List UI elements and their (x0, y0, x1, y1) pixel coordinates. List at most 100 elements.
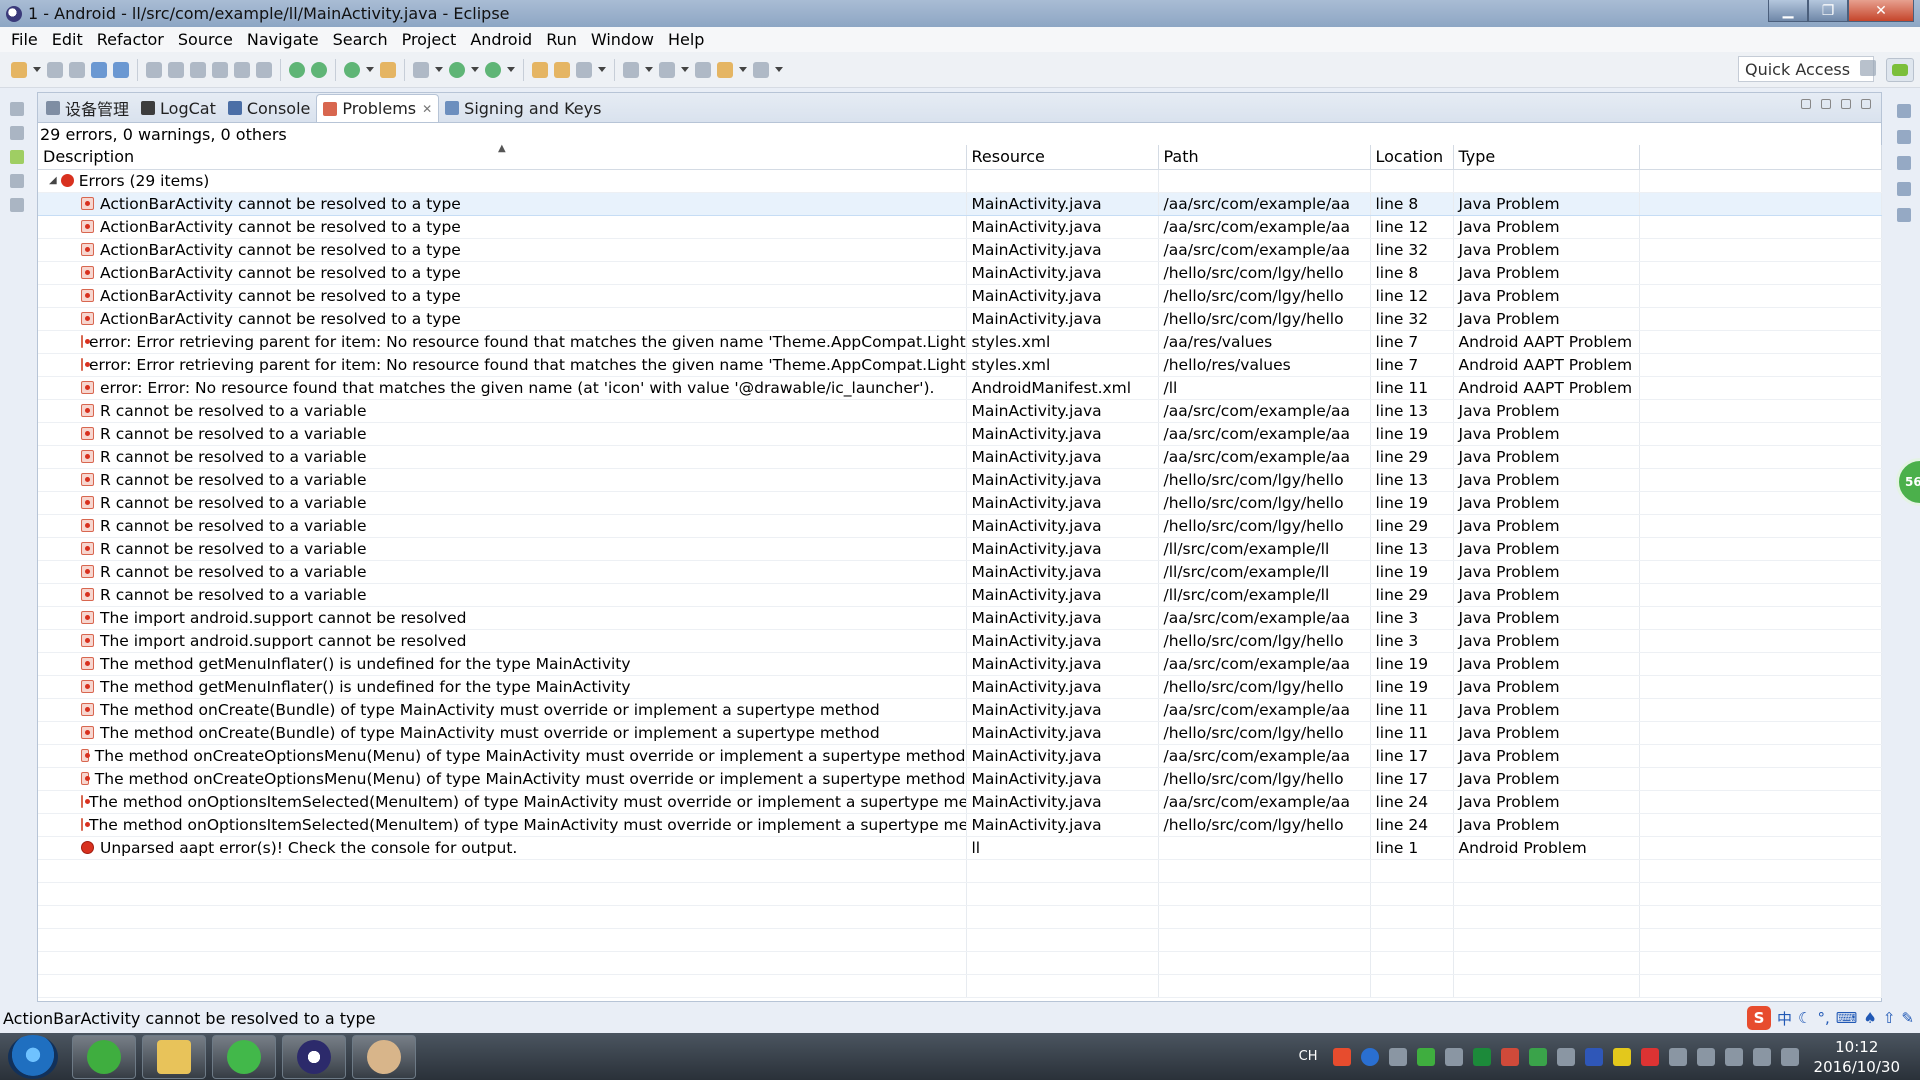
search-icon[interactable] (576, 61, 592, 78)
problem-row[interactable]: R cannot be resolved to a variable MainAc… (38, 422, 1882, 446)
tab-signing-and-keys[interactable]: Signing and Keys (439, 94, 607, 122)
plus-tray-icon[interactable] (1612, 1047, 1631, 1066)
external-tools-icon[interactable] (485, 61, 501, 78)
pilcrow-icon[interactable] (256, 61, 272, 78)
audio-manager-tray-icon[interactable] (1500, 1047, 1519, 1066)
problem-row[interactable]: The method onCreate(Bundle) of type Main… (38, 698, 1882, 722)
back-dropdown-icon[interactable] (739, 67, 747, 72)
taskbar-browser[interactable] (212, 1034, 276, 1079)
search-dropdown-icon[interactable] (598, 67, 606, 72)
problem-row[interactable]: The method onCreate(Bundle) of type Main… (38, 721, 1882, 745)
toggle-icon[interactable] (168, 61, 184, 78)
clock[interactable]: 10:12 2016/10/30 (1814, 1037, 1900, 1077)
network-tray-icon[interactable] (1444, 1047, 1463, 1066)
problem-row[interactable]: The method onCreateOptionsMenu(Menu) of … (38, 767, 1882, 791)
problem-row[interactable]: R cannot be resolved to a variable MainAc… (38, 399, 1882, 423)
eclipse-app-icon[interactable] (6, 5, 22, 22)
problem-row[interactable]: The method onOptionsItemSelected(MenuIte… (38, 813, 1882, 837)
android-new-project-icon[interactable] (289, 61, 305, 78)
quick-access-field[interactable]: Quick Access (1738, 56, 1874, 82)
minimize-view-icon[interactable] (1841, 99, 1851, 109)
block-selection-icon[interactable] (212, 61, 228, 78)
avd-manager-icon[interactable] (113, 61, 129, 78)
outline-icon[interactable] (10, 198, 24, 212)
flag-tray-icon[interactable] (1696, 1047, 1715, 1066)
console-view-icon[interactable] (1897, 208, 1911, 222)
tab-problems[interactable]: Problems ✕ (316, 94, 440, 122)
problem-row[interactable]: error: Error: No resource found that mat… (38, 376, 1882, 400)
problem-row[interactable]: ActionBarActivity cannot be resolved to … (38, 215, 1882, 239)
skin-icon[interactable]: ♠ (1863, 1009, 1876, 1027)
keyboard-tray-icon[interactable] (1668, 1047, 1687, 1066)
problem-row[interactable]: ActionBarActivity cannot be resolved to … (38, 261, 1882, 285)
lint-icon[interactable] (146, 61, 162, 78)
open-perspective-icon[interactable] (1860, 60, 1876, 76)
menu-search[interactable]: Search (326, 30, 395, 49)
forward-dropdown-icon[interactable] (775, 67, 783, 72)
problem-row[interactable]: R cannot be resolved to a variable MainAc… (38, 537, 1882, 561)
tab-device-manager[interactable]: 设备管理 (40, 94, 135, 122)
problem-row[interactable]: ActionBarActivity cannot be resolved to … (38, 284, 1882, 308)
menu-window[interactable]: Window (584, 30, 661, 49)
problem-row[interactable]: R cannot be resolved to a variable MainAc… (38, 514, 1882, 538)
menu-edit[interactable]: Edit (45, 30, 90, 49)
keyboard-icon[interactable]: ⌨ (1836, 1009, 1858, 1027)
help-tray-icon[interactable] (1360, 1047, 1379, 1066)
ime-mode[interactable]: 中 (1777, 1008, 1792, 1029)
task-check-icon[interactable] (344, 61, 360, 78)
problem-row[interactable]: error: Error retrieving parent for item:… (38, 330, 1882, 354)
task-dropdown-icon[interactable] (366, 67, 374, 72)
problem-row[interactable]: The method getMenuInflater() is undefine… (38, 675, 1882, 699)
android-emulator-icon[interactable] (311, 61, 327, 78)
restore-right-view-icon[interactable] (1897, 104, 1911, 118)
external-tools-dropdown-icon[interactable] (507, 67, 515, 72)
problem-row[interactable]: error: Error retrieving parent for item:… (38, 353, 1882, 377)
problem-row[interactable]: The method onCreateOptionsMenu(Menu) of … (38, 744, 1882, 768)
java-perspective-button[interactable] (1886, 58, 1914, 82)
qq-tray-icon[interactable] (1640, 1047, 1659, 1066)
minimize-button[interactable]: ▁ (1768, 0, 1808, 22)
problem-row[interactable]: R cannot be resolved to a variable MainAc… (38, 445, 1882, 469)
display-tray-icon[interactable] (1556, 1047, 1575, 1066)
problem-row[interactable]: The import android.support cannot be res… (38, 629, 1882, 653)
sogou-ime-icon[interactable]: S (1746, 1006, 1771, 1030)
column-header-path[interactable]: Path (1158, 145, 1371, 170)
restore-right-view-2-icon[interactable] (1897, 182, 1911, 196)
android-icon[interactable] (10, 150, 24, 164)
maximize-view-icon[interactable] (1861, 99, 1871, 109)
menu-navigate[interactable]: Navigate (240, 30, 326, 49)
previous-annotation-icon[interactable] (659, 61, 675, 78)
upload-icon[interactable]: ⇧ (1883, 1009, 1896, 1027)
column-header-type[interactable]: Type (1453, 145, 1640, 170)
taskbar-eclipse[interactable] (282, 1034, 346, 1079)
language-indicator[interactable]: CH (1299, 1049, 1318, 1064)
menu-project[interactable]: Project (395, 30, 464, 49)
next-annotation-icon[interactable] (623, 61, 639, 78)
menu-run[interactable]: Run (539, 30, 584, 49)
problem-row[interactable]: The method onOptionsItemSelected(MenuIte… (38, 790, 1882, 814)
wifi-tray-icon[interactable] (1416, 1047, 1435, 1066)
forward-icon[interactable] (753, 61, 769, 78)
punctuation-icon[interactable]: °, (1817, 1009, 1829, 1027)
problem-row[interactable]: ActionBarActivity cannot be resolved to … (38, 307, 1882, 331)
menu-android[interactable]: Android (463, 30, 539, 49)
outline-view-icon[interactable] (1897, 156, 1911, 170)
new-class-icon[interactable] (380, 61, 396, 78)
open-task-icon[interactable] (554, 61, 570, 78)
menu-refactor[interactable]: Refactor (90, 30, 171, 49)
maximize-button[interactable]: ❐ (1808, 0, 1848, 22)
bluetooth-tray-icon[interactable] (1584, 1047, 1603, 1066)
close-button[interactable]: ✕ (1848, 0, 1914, 22)
open-type-icon[interactable] (532, 61, 548, 78)
problem-row[interactable]: R cannot be resolved to a variable MainAc… (38, 583, 1882, 607)
next-annotation-dropdown-icon[interactable] (645, 67, 653, 72)
save-all-icon[interactable] (69, 61, 85, 78)
menu-file[interactable]: File (4, 30, 45, 49)
gpu-tray-icon[interactable] (1472, 1047, 1491, 1066)
menu-help[interactable]: Help (661, 30, 711, 49)
column-header-location[interactable]: Location (1370, 145, 1454, 170)
tab-console[interactable]: Console (222, 94, 317, 122)
problem-row[interactable]: ActionBarActivity cannot be resolved to … (38, 191, 1882, 216)
tools-icon[interactable]: ✎ (1901, 1009, 1914, 1027)
problem-row[interactable]: Unparsed aapt error(s)! Check the consol… (38, 836, 1882, 860)
